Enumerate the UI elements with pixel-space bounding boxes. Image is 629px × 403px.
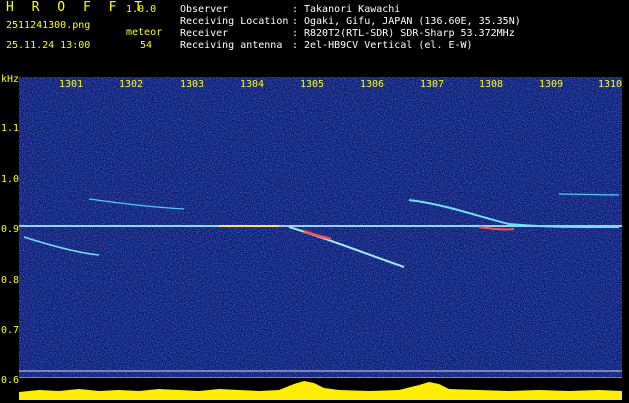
y-tick-label: 1.0 [1,174,20,185]
y-tick-label: 0.9 [1,224,20,235]
info-value: Takanori Kawachi [304,4,401,15]
info-label: Receiving Location [180,16,289,27]
y-tick-label: 1.1 [1,123,20,134]
info-label: Observer [180,4,229,15]
axis-unit: kHz [1,74,20,85]
y-tick-label: 0.7 [1,325,20,336]
info-value: R820T2(RTL-SDR) SDR-Sharp 53.372MHz [304,28,515,39]
info-colon: : [292,40,299,51]
info-row-receiver: Receiver : R820T2(RTL-SDR) SDR-Sharp 53.… [180,28,620,39]
info-value: 2el-HB9CV Vertical (el. E-W) [304,40,473,51]
info-colon: : [292,28,299,39]
datetime: 25.11.24 13:00 [6,40,91,51]
y-tick-label: 0.6 [1,375,20,386]
spectrogram-canvas [19,77,622,385]
info-label: Receiving antenna [180,40,283,51]
meteor-label: meteor [126,27,163,38]
spectrogram [19,77,622,385]
info-colon: : [292,4,299,15]
info-row-antenna: Receiving antenna : 2el-HB9CV Vertical (… [180,40,620,51]
info-label: Receiver [180,28,229,39]
info-row-observer: Observer : Takanori Kawachi [180,4,620,15]
signal-level-strip [19,378,622,400]
signal-level-canvas [19,378,622,400]
info-colon: : [292,16,299,27]
info-value: Ogaki, Gifu, JAPAN (136.60E, 35.35N) [304,16,521,27]
spectrum-noise [19,77,622,385]
app-version: 1.0.0 [126,4,157,15]
info-row-location: Receiving Location : Ogaki, Gifu, JAPAN … [180,16,620,27]
header: H R O F F T 1.0.0 2511241300.png 25.11.2… [0,0,629,74]
file-name: 2511241300.png [6,20,91,31]
meteor-count: 54 [139,40,152,51]
y-tick-label: 0.8 [1,275,20,286]
